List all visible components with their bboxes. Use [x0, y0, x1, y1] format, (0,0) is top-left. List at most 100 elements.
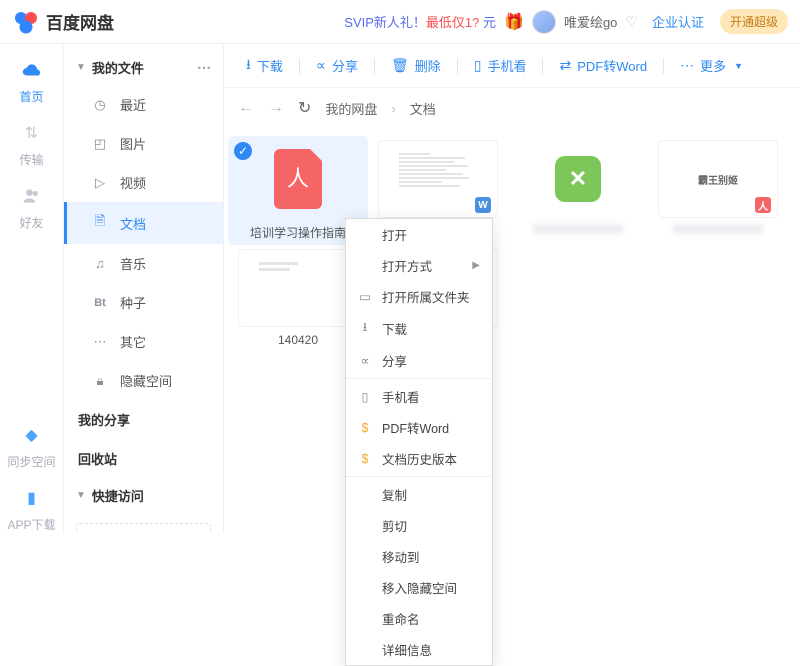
chevron-right-icon: › [391, 101, 395, 116]
ctx-open[interactable]: 打开 [346, 219, 492, 250]
ctx-copy[interactable]: 复制 [346, 479, 492, 510]
ctx-cut[interactable]: 剪切 [346, 510, 492, 541]
coin-icon: $ [358, 421, 372, 435]
nav-trash[interactable]: 回收站 [64, 439, 223, 478]
other-icon: ⋯ [92, 334, 108, 350]
vip-icon[interactable]: ♡ [625, 13, 638, 30]
lock-icon: 🔒︎ [92, 373, 108, 389]
caret-down-icon: ▼ [76, 62, 86, 73]
username[interactable]: 唯爱绘go [564, 12, 617, 31]
nav-recent[interactable]: ◷最近 [64, 85, 223, 124]
left-rail: 首页 ⇅传输 好友 ◆同步空间 ▮APP下载 [0, 44, 64, 533]
breadcrumb: ← → ↻ 我的网盘 › 文档 [224, 88, 800, 128]
rail-download[interactable]: ▮APP下载 [7, 484, 55, 533]
pdf-icon: ⇄ [559, 57, 571, 74]
nav-docs[interactable]: 🗎文档 [64, 202, 223, 244]
nav-sidebar: ▼我的文件⋯ ◷最近 ◰图片 ▷视频 🗎文档 ♫音乐 Bt种子 ⋯其它 🔒︎隐藏… [64, 44, 224, 533]
back-button[interactable]: ← [238, 99, 254, 117]
tb-share[interactable]: ∝分享 [308, 52, 366, 79]
seed-icon: Bt [92, 297, 108, 309]
file-name: 140420 [278, 333, 318, 347]
crumb-root[interactable]: 我的网盘 [325, 99, 377, 118]
video-icon: ▷ [92, 175, 108, 191]
rail-transfer[interactable]: ⇅传输 [18, 119, 46, 168]
ctx-history[interactable]: $文档历史版本 [346, 443, 492, 474]
nav-group-myfiles[interactable]: ▼我的文件⋯ [64, 50, 223, 85]
share-icon: ∝ [316, 57, 326, 74]
coin-icon: $ [358, 452, 372, 466]
tb-mobile[interactable]: ▯手机看 [466, 52, 535, 79]
drop-zone[interactable]: + 拖入常用文件夹 [76, 523, 211, 533]
ctx-detail[interactable]: 详细信息 [346, 634, 492, 665]
excel-icon: ✕ [555, 156, 601, 202]
tb-download[interactable]: ⭳下载 [238, 50, 291, 82]
logo-icon [12, 8, 40, 36]
pdf-icon [274, 149, 322, 209]
pdf-badge-icon: 人 [755, 197, 771, 213]
ctx-share[interactable]: ∝分享 [346, 345, 492, 376]
doc-icon: 🗎 [92, 212, 108, 234]
phone-icon: ▯ [474, 57, 482, 74]
nav-videos[interactable]: ▷视频 [64, 163, 223, 202]
ctx-download[interactable]: ⭳下载 [346, 312, 492, 345]
rail-friends[interactable]: 好友 [18, 182, 46, 231]
trash-icon: 🗑︎ [391, 57, 409, 74]
logo[interactable]: 百度网盘 [12, 8, 114, 36]
phone-icon: ▯ [358, 389, 372, 404]
context-menu: 打开 打开方式▶ ▭打开所属文件夹 ⭳下载 ∝分享 ▯手机看 $PDF转Word… [345, 218, 493, 666]
nav-group-quick[interactable]: ▼快捷访问 [64, 478, 223, 513]
header: 百度网盘 SVIP新人礼！最低仅1? 元 🎁 唯爱绘go ♡ 企业认证 开通超级 [0, 0, 800, 44]
mobile-icon: ▮ [17, 484, 45, 512]
enterprise-link[interactable]: 企业认证 [652, 12, 704, 31]
file-name [673, 224, 763, 234]
rail-sync[interactable]: ◆同步空间 [7, 421, 55, 470]
rail-home[interactable]: 首页 [18, 56, 46, 105]
toolbar: ⭳下载 ∝分享 🗑︎删除 ▯手机看 ⇄PDF转Word ⋯更多▼ [224, 44, 800, 88]
ctx-mobile[interactable]: ▯手机看 [346, 381, 492, 412]
nav-other[interactable]: ⋯其它 [64, 322, 223, 361]
main: ⭳下载 ∝分享 🗑︎删除 ▯手机看 ⇄PDF转Word ⋯更多▼ ← → ↻ 我… [224, 44, 800, 533]
file-grid: ✓ 培训学习操作指南 W ████ ✕ 霸王别姬人 140420 [224, 128, 800, 533]
more-icon[interactable]: ⋯ [197, 59, 211, 76]
file-tile[interactable]: ✕ [508, 136, 648, 245]
caret-down-icon: ▼ [734, 61, 743, 71]
ctx-rename[interactable]: 重命名 [346, 603, 492, 634]
tb-delete[interactable]: 🗑︎删除 [383, 52, 449, 79]
gift-icon[interactable]: 🎁 [504, 12, 524, 32]
clock-icon: ◷ [92, 97, 108, 113]
avatar[interactable] [532, 10, 556, 34]
download-icon: ⭳ [246, 54, 251, 78]
ctx-open-folder[interactable]: ▭打开所属文件夹 [346, 281, 492, 312]
promo-link[interactable]: SVIP新人礼！最低仅1? 元 [344, 12, 496, 31]
music-icon: ♫ [92, 256, 108, 271]
app-name: 百度网盘 [46, 9, 114, 34]
doc-thumb [393, 149, 483, 209]
nav-seeds[interactable]: Bt种子 [64, 283, 223, 322]
tb-more[interactable]: ⋯更多▼ [672, 52, 751, 79]
forward-button[interactable]: → [268, 99, 284, 117]
file-tile[interactable]: 霸王别姬人 [648, 136, 788, 245]
transfer-icon: ⇅ [18, 119, 46, 147]
ctx-open-with[interactable]: 打开方式▶ [346, 250, 492, 281]
chevron-right-icon: ▶ [472, 260, 480, 271]
nav-music[interactable]: ♫音乐 [64, 244, 223, 283]
tb-pdf2word[interactable]: ⇄PDF转Word [551, 52, 655, 79]
nav-share[interactable]: 我的分享 [64, 400, 223, 439]
upgrade-button[interactable]: 开通超级 [720, 9, 788, 34]
refresh-button[interactable]: ↻ [298, 98, 311, 118]
folder-icon: ▭ [358, 289, 372, 304]
download-icon: ⭳ [358, 318, 372, 339]
ctx-pdf2word[interactable]: $PDF转Word [346, 412, 492, 443]
doc-thumb [253, 258, 343, 318]
nav-images[interactable]: ◰图片 [64, 124, 223, 163]
word-badge-icon: W [475, 197, 491, 213]
ctx-move-hidden[interactable]: 移入隐藏空间 [346, 572, 492, 603]
caret-down-icon: ▼ [76, 490, 86, 501]
friends-icon [18, 182, 46, 210]
ctx-move-to[interactable]: 移动到 [346, 541, 492, 572]
header-right: SVIP新人礼！最低仅1? 元 🎁 唯爱绘go ♡ 企业认证 开通超级 [344, 9, 788, 34]
crumb-current: 文档 [410, 99, 436, 118]
share-icon: ∝ [358, 353, 372, 368]
cloud-icon [18, 56, 46, 84]
nav-hidden[interactable]: 🔒︎隐藏空间 [64, 361, 223, 400]
